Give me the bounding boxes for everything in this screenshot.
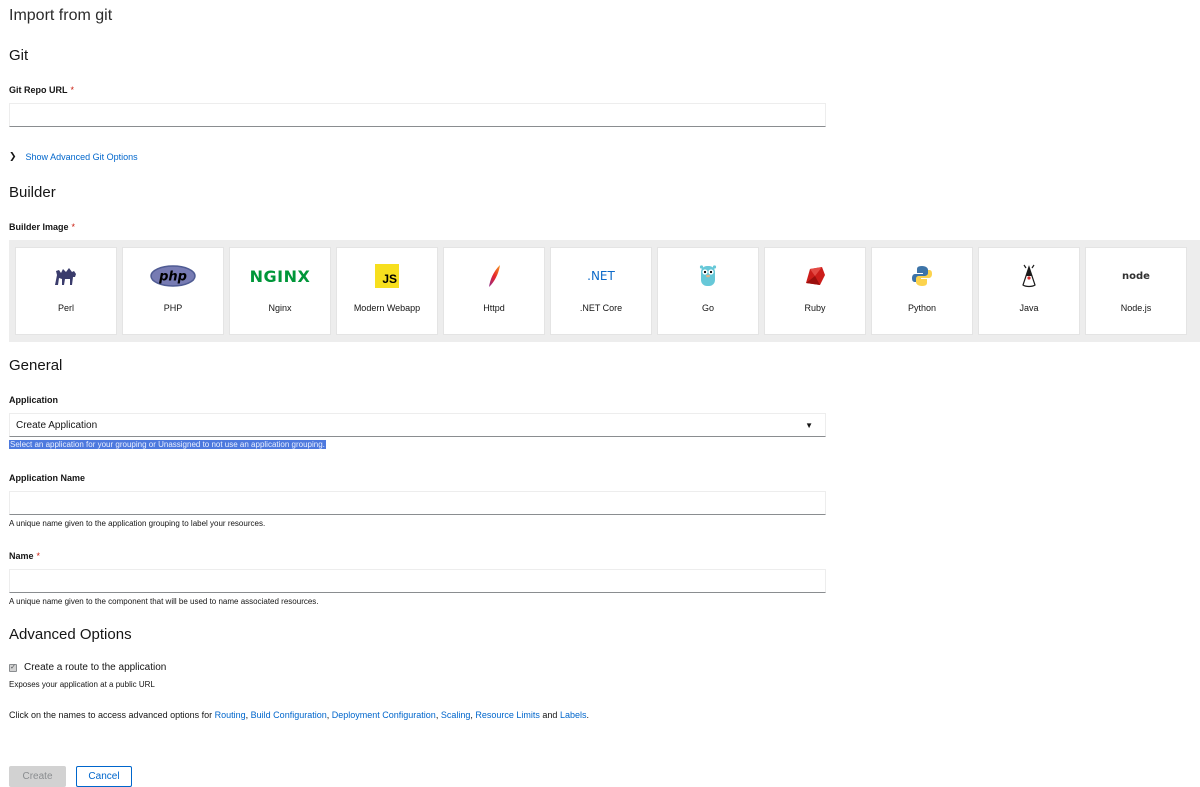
sentence-end: . [586, 710, 589, 720]
builder-name: Go [701, 303, 714, 313]
advanced-options-section-title: Advanced Options [9, 626, 132, 643]
required-mark: * [70, 85, 75, 95]
php-logo-text: php [158, 270, 187, 285]
page-title: Import from git [9, 7, 113, 24]
dotnet-logo-icon: .NET [571, 264, 631, 288]
application-label: Application [9, 395, 58, 405]
git-repo-url-input[interactable] [9, 103, 826, 127]
show-advanced-git-options-label: Show Advanced Git Options [25, 151, 138, 162]
create-button[interactable]: Create [9, 766, 66, 787]
builder-tile-nginx[interactable]: NGINX Nginx [229, 247, 331, 335]
git-repo-url-label-text: Git Repo URL [9, 85, 68, 95]
builder-image-label-text: Builder Image [9, 222, 69, 232]
nginx-logo-icon: NGINX [250, 264, 310, 288]
builder-name: Perl [57, 303, 74, 313]
show-advanced-git-options-toggle[interactable]: ❯ Show Advanced Git Options [9, 151, 138, 162]
builder-name: Nginx [268, 303, 292, 313]
general-section-title: General [9, 357, 63, 374]
git-section-title: Git [9, 47, 29, 64]
checkmark-icon: ✓ [10, 663, 16, 671]
name-helper-text: A unique name given to the component tha… [9, 597, 319, 606]
deployment-configuration-link[interactable]: Deployment Configuration [332, 710, 436, 720]
php-logo-icon: php [143, 264, 203, 288]
create-route-checkbox-row[interactable]: ✓ Create a route to the application [9, 662, 166, 673]
js-logo-icon: JS [357, 264, 417, 288]
builder-tile-modern-webapp[interactable]: JS Modern Webapp [336, 247, 438, 335]
builder-tile-ruby[interactable]: Ruby [764, 247, 866, 335]
create-route-checkbox[interactable]: ✓ [9, 663, 17, 672]
routing-link[interactable]: Routing [215, 710, 246, 720]
java-duke-icon [999, 264, 1059, 288]
advanced-options-prefix: Click on the names to access advanced op… [9, 710, 215, 720]
builder-name: Modern Webapp [353, 303, 421, 313]
application-select[interactable]: Create Application ▼ [9, 413, 826, 437]
builder-name: PHP [163, 303, 183, 313]
ruby-gem-icon [785, 264, 845, 288]
python-logo-icon [892, 264, 952, 288]
required-mark: * [36, 551, 41, 561]
builder-tile-python[interactable]: Python [871, 247, 973, 335]
name-label-text: Name [9, 551, 34, 561]
application-name-label: Application Name [9, 473, 86, 483]
builder-image-label: Builder Image * [9, 222, 75, 232]
required-mark: * [71, 222, 76, 232]
nginx-logo-text: NGINX [249, 266, 311, 286]
application-name-helper-text: A unique name given to the application g… [9, 519, 266, 528]
name-input[interactable] [9, 569, 826, 593]
build-configuration-link[interactable]: Build Configuration [251, 710, 327, 720]
name-label: Name * [9, 551, 40, 561]
create-route-helper-text: Exposes your application at a public URL [9, 680, 155, 689]
nodejs-logo-text: node [1122, 270, 1150, 282]
builder-section-title: Builder [9, 184, 56, 201]
application-select-value: Create Application [16, 419, 98, 431]
nodejs-logo-icon: node [1106, 264, 1166, 288]
js-logo-text: JS [375, 264, 399, 288]
labels-link[interactable]: Labels [560, 710, 587, 720]
builder-tile-dotnet-core[interactable]: .NET .NET Core [550, 247, 652, 335]
builder-name: Httpd [483, 303, 505, 313]
resource-limits-link[interactable]: Resource Limits [475, 710, 540, 720]
perl-camel-icon [36, 264, 96, 288]
builder-tile-java[interactable]: Java [978, 247, 1080, 335]
builder-image-strip: Perl php PHP NGINX Nginx JS Modern Webap… [9, 240, 1200, 342]
link-conjunction: and [539, 710, 560, 720]
builder-tile-nodejs[interactable]: node Node.js [1085, 247, 1187, 335]
cancel-button[interactable]: Cancel [76, 766, 132, 787]
builder-name: .NET Core [579, 303, 623, 313]
builder-tile-perl[interactable]: Perl [15, 247, 117, 335]
dotnet-logo-text: .NET [587, 269, 615, 283]
application-helper-text: Select an application for your grouping … [9, 440, 326, 449]
create-route-checkbox-label: Create a route to the application [24, 662, 167, 673]
chevron-right-icon: ❯ [9, 151, 17, 161]
builder-name: Ruby [804, 303, 826, 313]
builder-name: Java [1019, 303, 1039, 313]
builder-tile-php[interactable]: php PHP [122, 247, 224, 335]
go-gopher-icon [678, 264, 738, 288]
apache-feather-icon [464, 264, 524, 288]
application-name-input[interactable] [9, 491, 826, 515]
builder-tile-go[interactable]: Go [657, 247, 759, 335]
scaling-link[interactable]: Scaling [441, 710, 471, 720]
advanced-options-links-text: Click on the names to access advanced op… [9, 710, 589, 720]
caret-down-icon: ▼ [805, 420, 813, 430]
git-repo-url-label: Git Repo URL * [9, 85, 74, 95]
builder-name: Python [907, 303, 937, 313]
builder-name: Node.js [1120, 303, 1152, 313]
builder-tile-httpd[interactable]: Httpd [443, 247, 545, 335]
